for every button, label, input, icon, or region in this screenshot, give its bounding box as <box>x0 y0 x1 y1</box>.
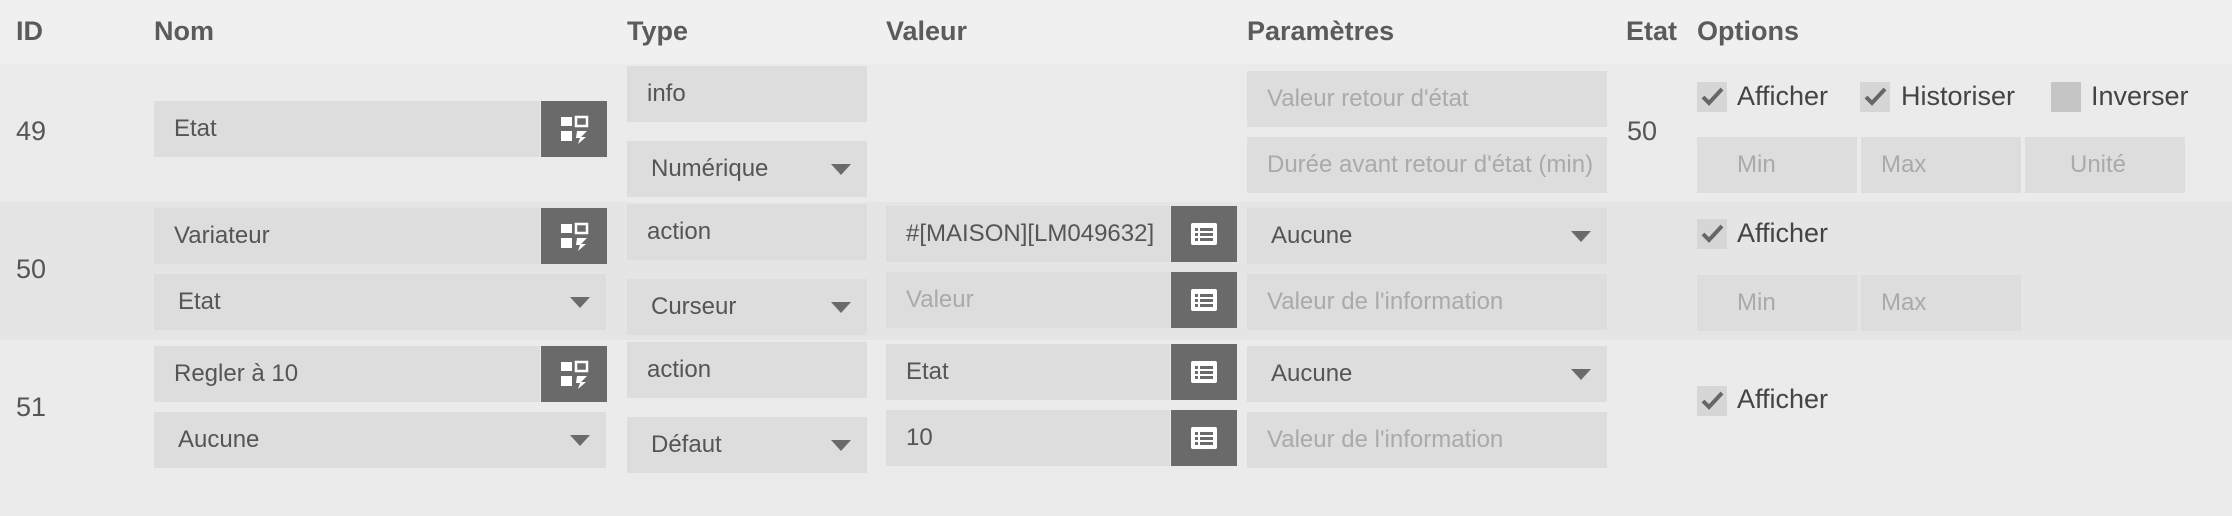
return-state-delay-input[interactable]: Durée avant retour d'état (min) <box>1247 137 1607 193</box>
configure-button[interactable] <box>541 208 607 264</box>
row-id: 50 <box>16 254 47 284</box>
state-select[interactable]: Etat <box>154 274 606 330</box>
value-input[interactable]: Valeur <box>886 272 1170 328</box>
header-nom: Nom <box>154 16 214 46</box>
afficher-label: Afficher <box>1737 218 1829 248</box>
unit-input[interactable]: Unité <box>2025 137 2185 193</box>
configure-button[interactable] <box>541 346 607 402</box>
name-input[interactable]: Variateur <box>154 208 540 264</box>
subtype-value: Numérique <box>651 155 769 182</box>
list-icon <box>1191 361 1217 383</box>
name-input[interactable]: Regler à 10 <box>154 346 540 402</box>
subtype-select[interactable]: Numérique <box>627 141 867 197</box>
name-input[interactable]: Etat <box>154 101 540 157</box>
configure-icon <box>561 360 589 389</box>
afficher-checkbox[interactable] <box>1697 219 1727 249</box>
check-icon <box>1701 87 1724 106</box>
header-valeur: Valeur <box>886 16 968 46</box>
configure-icon <box>561 222 589 251</box>
state-select-value: Etat <box>178 288 221 315</box>
parameter-select-value: Aucune <box>1271 222 1353 249</box>
select-command-button[interactable] <box>1171 206 1237 262</box>
parameter-select[interactable]: Aucune <box>1247 346 1607 402</box>
information-value-input[interactable]: Valeur de l'information <box>1247 274 1607 330</box>
chevron-down-icon <box>831 302 851 313</box>
inverser-label: Inverser <box>2091 81 2189 111</box>
type-field: action <box>627 204 867 260</box>
max-input[interactable]: Max <box>1861 137 2021 193</box>
header-type: Type <box>627 16 689 46</box>
chevron-down-icon <box>831 440 851 451</box>
historiser-checkbox[interactable] <box>1860 82 1890 112</box>
min-input[interactable]: Min <box>1697 137 1857 193</box>
information-value-input[interactable]: Valeur de l'information <box>1247 412 1607 468</box>
subtype-value: Défaut <box>651 431 722 458</box>
afficher-checkbox[interactable] <box>1697 82 1727 112</box>
state-select-value: Aucune <box>178 426 260 453</box>
configure-icon <box>561 115 589 144</box>
header-options: Options <box>1697 16 1799 46</box>
list-icon <box>1191 223 1217 245</box>
state-select[interactable]: Aucune <box>154 412 606 468</box>
select-value-button[interactable] <box>1171 272 1237 328</box>
afficher-label: Afficher <box>1737 384 1829 414</box>
chevron-down-icon <box>570 297 590 308</box>
return-state-value-input[interactable]: Valeur retour d'état <box>1247 71 1607 127</box>
check-icon <box>1701 224 1724 243</box>
value-command-input[interactable]: #[MAISON][LM049632] <box>886 206 1170 262</box>
value-input[interactable]: 10 <box>886 410 1170 466</box>
select-command-button[interactable] <box>1171 344 1237 400</box>
afficher-label: Afficher <box>1737 81 1829 111</box>
parameter-select[interactable]: Aucune <box>1247 208 1607 264</box>
state-value: 50 <box>1627 116 1658 146</box>
parameter-select-value: Aucune <box>1271 360 1353 387</box>
subtype-select[interactable]: Curseur <box>627 279 867 335</box>
row-id: 49 <box>16 116 47 146</box>
configure-button[interactable] <box>541 101 607 157</box>
min-input[interactable]: Min <box>1697 275 1857 331</box>
max-input[interactable]: Max <box>1861 275 2021 331</box>
historiser-label: Historiser <box>1901 81 2016 111</box>
subtype-value: Curseur <box>651 293 737 320</box>
header-etat: Etat <box>1626 16 1678 46</box>
check-icon <box>1864 87 1887 106</box>
chevron-down-icon <box>831 164 851 175</box>
type-field: action <box>627 342 867 398</box>
inverser-checkbox[interactable] <box>2051 82 2081 112</box>
header-id: ID <box>16 16 43 46</box>
check-icon <box>1701 391 1724 410</box>
chevron-down-icon <box>570 435 590 446</box>
chevron-down-icon <box>1571 231 1591 242</box>
header-parametres: Paramètres <box>1247 16 1395 46</box>
subtype-select[interactable]: Défaut <box>627 417 867 473</box>
list-icon <box>1191 427 1217 449</box>
row-id: 51 <box>16 392 47 422</box>
chevron-down-icon <box>1571 369 1591 380</box>
type-field: info <box>627 66 867 122</box>
list-icon <box>1191 289 1217 311</box>
afficher-checkbox[interactable] <box>1697 386 1727 416</box>
value-command-input[interactable]: Etat <box>886 344 1170 400</box>
select-value-button[interactable] <box>1171 410 1237 466</box>
